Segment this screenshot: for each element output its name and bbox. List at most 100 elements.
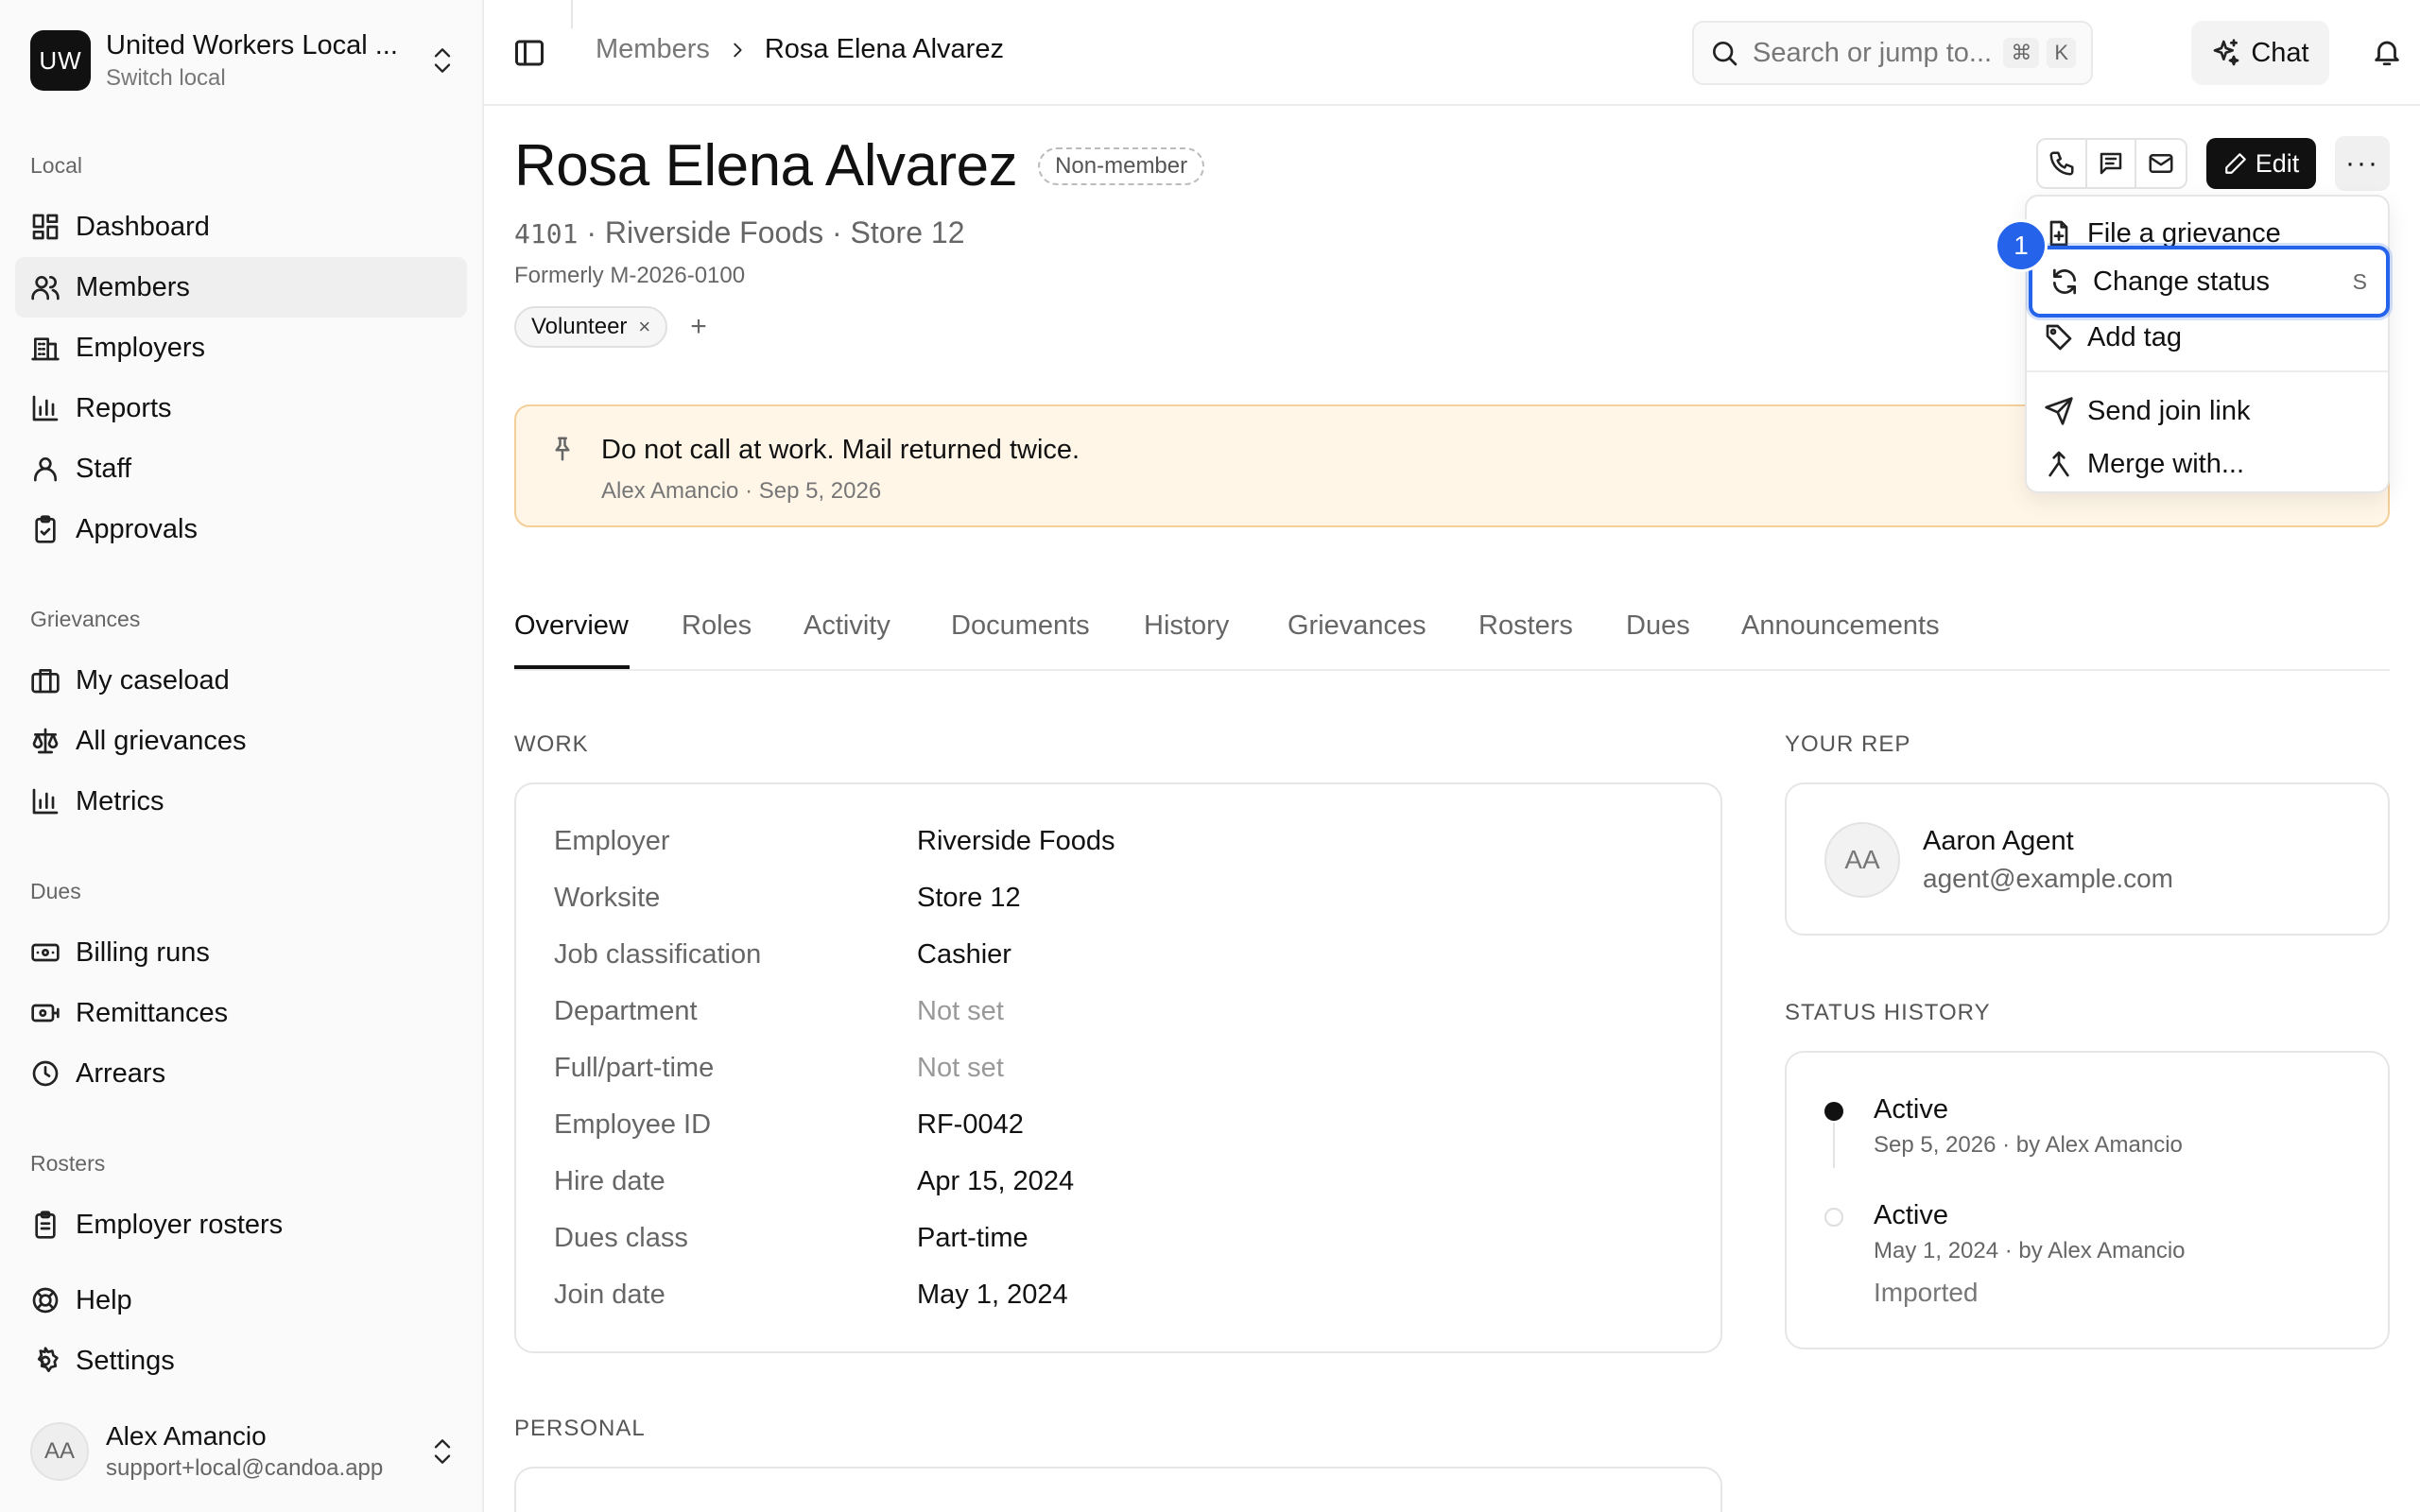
org-name: United Workers Local ... — [106, 29, 398, 60]
section-status-history-title: STATUS HISTORY — [1785, 1000, 1991, 1025]
sidebar-item-approvals[interactable]: Approvals — [15, 499, 467, 559]
sidebar-item-reports[interactable]: Reports — [15, 378, 467, 438]
sidebar-item-label: My caseload — [76, 664, 230, 696]
breadcrumb-members[interactable]: Members — [596, 34, 710, 65]
money-in-icon — [31, 1004, 60, 1022]
menu-item-label: Send join link — [2087, 395, 2251, 426]
pin-icon — [555, 437, 570, 461]
sidebar-item-label: Reports — [76, 392, 172, 423]
tab-dues[interactable]: Dues — [1626, 610, 1690, 642]
sidebar-toggle-icon[interactable] — [512, 36, 546, 70]
sidebar-item-label: Metrics — [76, 785, 164, 816]
life-buoy-icon — [32, 1287, 59, 1314]
org-switcher[interactable]: UW United Workers Local ... Switch local — [30, 28, 456, 93]
menu-item-merge-with[interactable]: Merge with... — [2044, 440, 2375, 488]
field-value: Apr 15, 2024 — [917, 1166, 1075, 1196]
tab-overview[interactable]: Overview — [514, 610, 629, 642]
email-button[interactable] — [2136, 140, 2186, 187]
sidebar-item-dashboard[interactable]: Dashboard — [15, 197, 467, 257]
chevron-up-down-icon — [434, 1439, 451, 1464]
sidebar-item-label: Remittances — [76, 997, 229, 1028]
tab-history[interactable]: History — [1144, 610, 1229, 642]
remove-tag-button[interactable]: × — [638, 315, 650, 339]
breadcrumb: Members Rosa Elena Alvarez — [596, 34, 1004, 65]
more-actions-button[interactable]: ··· — [2335, 136, 2390, 191]
chat-label: Chat — [2251, 37, 2309, 68]
menu-item-add-tag[interactable]: Add tag — [2044, 314, 2375, 361]
clipboard-check-icon — [35, 515, 56, 543]
send-icon — [2045, 397, 2073, 425]
sidebar-item-label: Billing runs — [76, 936, 210, 968]
field-label: Employee ID — [554, 1109, 712, 1140]
field-label: Employer — [554, 826, 670, 856]
dashboard-icon — [32, 214, 59, 240]
nav-section-rosters: Rosters — [30, 1151, 106, 1176]
status-badge: Non-member — [1038, 146, 1205, 185]
tag-chip: Volunteer × — [514, 306, 668, 348]
tag-list: Volunteer × + — [514, 306, 707, 348]
gear-icon — [37, 1347, 59, 1372]
sidebar-item-label: Employers — [76, 332, 205, 363]
edit-label: Edit — [2255, 148, 2300, 178]
shortcut-key: ⌘ — [2003, 38, 2040, 68]
tab-grievances[interactable]: Grievances — [1288, 610, 1426, 642]
message-button[interactable] — [2087, 140, 2136, 187]
field-value: Part-time — [917, 1223, 1028, 1253]
clock-icon — [32, 1060, 59, 1087]
sidebar-item-metrics[interactable]: Metrics — [15, 771, 467, 832]
sidebar-item-arrears[interactable]: Arrears — [15, 1043, 467, 1104]
sidebar-item-help[interactable]: Help — [15, 1270, 467, 1331]
menu-item-send-join-link[interactable]: Send join link — [2044, 387, 2375, 435]
divider — [571, 0, 573, 28]
rep-card[interactable]: AA Aaron Agent agent@example.com — [1785, 782, 2390, 936]
menu-item-change-status[interactable]: Change status S — [2029, 246, 2390, 318]
history-status: Active — [1874, 1094, 1948, 1125]
user-menu[interactable]: AA Alex Amancio support+local@candoa.app — [30, 1419, 456, 1484]
chat-button[interactable]: Chat — [2191, 21, 2329, 85]
user-icon — [34, 457, 57, 482]
bell-icon[interactable] — [2371, 36, 2403, 68]
tab-roles[interactable]: Roles — [682, 610, 752, 642]
field-label: Hire date — [554, 1166, 666, 1196]
tag-icon — [2046, 324, 2072, 351]
work-card: Employer Riverside Foods Worksite Store … — [514, 782, 1722, 1353]
sidebar-item-label: Approvals — [76, 513, 198, 544]
tag-label: Volunteer — [531, 314, 628, 339]
call-button[interactable] — [2038, 140, 2087, 187]
sidebar-item-settings[interactable]: Settings — [15, 1331, 467, 1391]
edit-button[interactable]: Edit — [2206, 138, 2316, 189]
sidebar-item-my-caseload[interactable]: My caseload — [15, 650, 467, 711]
sidebar-item-remittances[interactable]: Remittances — [15, 983, 467, 1043]
active-tab-indicator — [514, 665, 630, 669]
history-meta: May 1, 2024 · by Alex Amancio — [1874, 1238, 2186, 1263]
personal-card — [514, 1467, 1722, 1512]
field-value: Not set — [917, 996, 1004, 1026]
search-input[interactable]: Search or jump to... ⌘ K — [1692, 21, 2093, 85]
sidebar-item-employers[interactable]: Employers — [15, 318, 467, 378]
chevron-right-icon — [734, 43, 742, 57]
sidebar-item-all-grievances[interactable]: All grievances — [15, 711, 467, 771]
sidebar-item-employer-rosters[interactable]: Employer rosters — [15, 1194, 467, 1255]
nav-section-local: Local — [30, 153, 82, 178]
field-label: Full/part-time — [554, 1053, 715, 1083]
member-employer-line: · Riverside Foods · Store 12 — [586, 215, 965, 249]
field-label: Department — [554, 996, 698, 1026]
tab-rosters[interactable]: Rosters — [1478, 610, 1573, 642]
mail-icon — [2149, 154, 2173, 173]
menu-divider — [2027, 370, 2388, 372]
org-logo: UW — [30, 30, 91, 91]
user-email: support+local@candoa.app — [106, 1455, 384, 1481]
sidebar: UW United Workers Local ... Switch local… — [0, 0, 484, 1512]
member-id: 4101 — [514, 218, 579, 249]
phone-icon — [2049, 151, 2074, 176]
sidebar-item-members[interactable]: Members — [15, 257, 467, 318]
sidebar-item-staff[interactable]: Staff — [15, 438, 467, 499]
sidebar-item-billing-runs[interactable]: Billing runs — [15, 922, 467, 983]
message-icon — [2100, 152, 2122, 175]
tab-activity[interactable]: Activity — [804, 610, 890, 642]
tab-announcements[interactable]: Announcements — [1741, 610, 1940, 642]
tab-documents[interactable]: Documents — [951, 610, 1090, 642]
search-icon — [1713, 42, 1737, 66]
history-meta: Sep 5, 2026 · by Alex Amancio — [1874, 1132, 2183, 1158]
add-tag-button[interactable]: + — [690, 311, 707, 343]
